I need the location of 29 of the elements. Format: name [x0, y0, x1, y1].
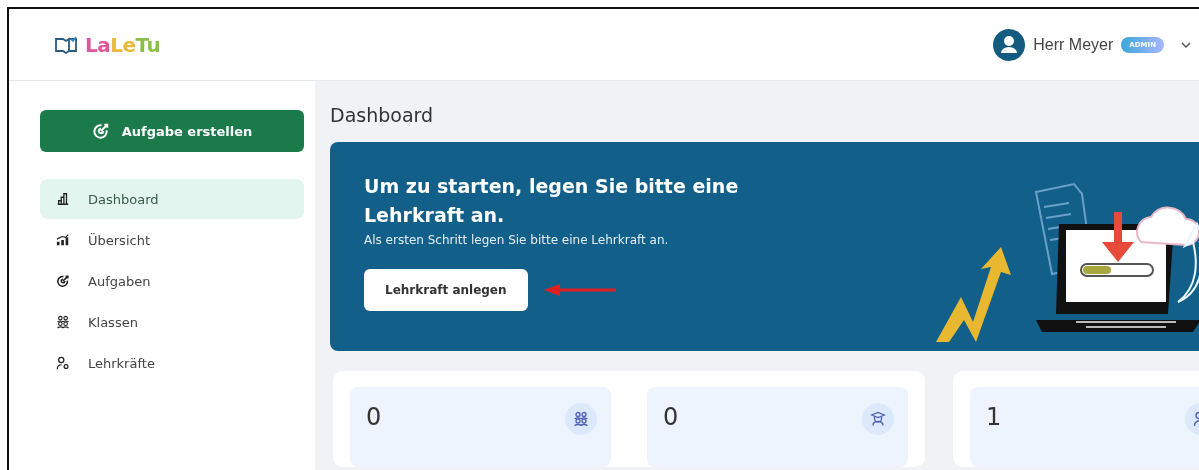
sidebar-item[interactable]: Übersicht	[40, 220, 304, 260]
bar-chart-icon	[56, 192, 70, 206]
rising-chart-icon	[56, 233, 70, 247]
sidebar-item-label: Aufgaben	[88, 273, 151, 289]
banner-text: Als ersten Schritt legen Sie bitte eine Lehrkraft an.	[364, 233, 670, 247]
sidebar-item[interactable]: Dashboard	[40, 179, 304, 219]
group-icon	[56, 315, 70, 329]
stat-value: 1	[986, 403, 1002, 433]
sidebar-item[interactable]: Klassen	[40, 302, 304, 342]
book-logo-icon	[55, 35, 77, 54]
sidebar-item-label: Dashboard	[88, 191, 159, 207]
target-icon	[56, 274, 70, 288]
stat-value: 0	[663, 403, 679, 433]
user-avatar-icon[interactable]	[993, 28, 1026, 61]
target-icon	[91, 122, 110, 140]
sidebar-item-label: Übersicht	[88, 232, 150, 248]
banner-heading: Um zu starten, legen Sie bitte eine Lehrkraft an.	[364, 174, 740, 228]
sidebar-item-label: Lehrkräfte	[88, 355, 155, 371]
group-icon	[573, 411, 589, 427]
stat-value: 0	[366, 403, 382, 433]
sidebar-item-label: Klassen	[88, 314, 138, 330]
laletu-logo: LaLeTu	[85, 32, 161, 57]
user-name: Herr Meyer	[1033, 35, 1114, 54]
add-teacher-button[interactable]: Lehrkraft anlegen	[364, 269, 528, 311]
create-task-button[interactable]: Aufgabe erstellen	[40, 110, 304, 152]
sidebar-item[interactable]: Aufgaben	[40, 261, 304, 301]
sidebar-item[interactable]: Lehrkräfte	[40, 343, 304, 383]
page-title: Dashboard	[330, 104, 435, 126]
graduate-icon	[870, 411, 886, 427]
